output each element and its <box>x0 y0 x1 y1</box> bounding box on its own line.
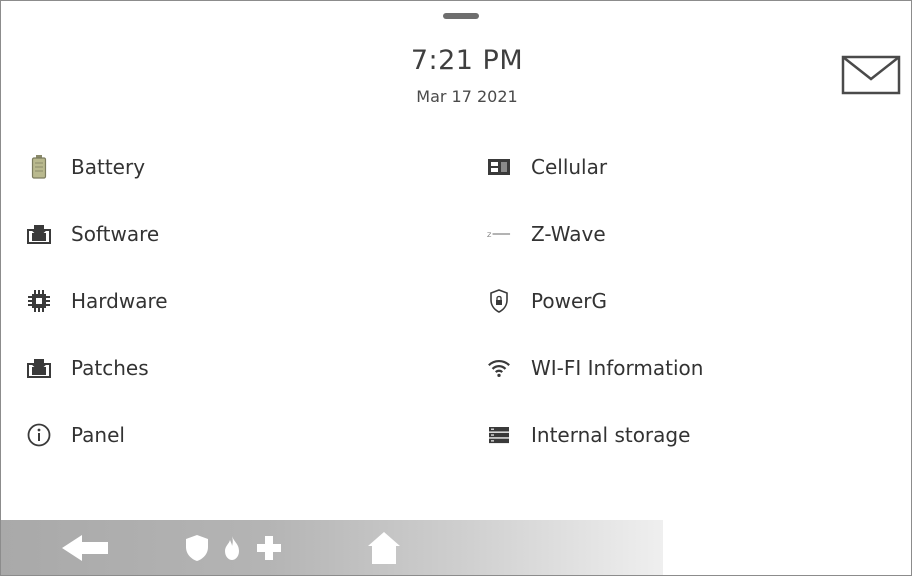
cellular-icon <box>487 155 511 179</box>
menu-item-battery[interactable]: Battery <box>27 147 145 187</box>
battery-icon <box>27 155 51 179</box>
wifi-icon <box>487 356 511 380</box>
envelope-icon[interactable] <box>839 53 903 99</box>
powerg-shield-icon <box>487 289 511 313</box>
home-icon[interactable] <box>359 520 409 575</box>
software-download-icon <box>27 222 51 246</box>
menu-item-z-wave[interactable]: Z Z-Wave <box>487 214 606 254</box>
patch-download-icon <box>27 356 51 380</box>
menu-item-patches[interactable]: Patches <box>27 348 149 388</box>
menu-item-hardware[interactable]: Hardware <box>27 281 168 321</box>
menu-label-battery: Battery <box>71 155 146 179</box>
clock-date: Mar 17 2021 <box>416 87 518 106</box>
menu-label-internal-storage: Internal storage <box>531 423 691 447</box>
emergency-fire-icon[interactable] <box>217 520 247 575</box>
menu-label-wifi: WI-FI Information <box>531 356 704 380</box>
menu-label-z-wave: Z-Wave <box>531 222 606 246</box>
menu-item-wifi[interactable]: WI-FI Information <box>487 348 703 388</box>
settings-screen: 7:21 PM Mar 17 2021 Battery Software Har… <box>0 0 912 576</box>
drag-handle[interactable] <box>443 13 479 19</box>
security-shield-icon[interactable] <box>177 520 217 575</box>
menu-label-hardware: Hardware <box>71 289 168 313</box>
back-arrow-icon[interactable] <box>51 520 121 575</box>
menu-label-powerg: PowerG <box>531 289 607 313</box>
menu-item-software[interactable]: Software <box>27 214 159 254</box>
bottom-navbar <box>1 520 663 575</box>
svg-text:Z: Z <box>487 231 492 239</box>
menu-label-software: Software <box>71 222 160 246</box>
menu-item-powerg[interactable]: PowerG <box>487 281 607 321</box>
storage-icon <box>487 423 511 447</box>
chip-icon <box>27 289 51 313</box>
menu-item-cellular[interactable]: Cellular <box>487 147 607 187</box>
menu-label-patches: Patches <box>71 356 149 380</box>
menu-label-cellular: Cellular <box>531 155 608 179</box>
menu-label-panel: Panel <box>71 423 125 447</box>
clock-time: 7:21 PM <box>410 45 524 76</box>
info-icon <box>27 423 51 447</box>
menu-item-internal-storage[interactable]: Internal storage <box>487 415 690 455</box>
menu-item-panel[interactable]: Panel <box>27 415 125 455</box>
medical-cross-icon[interactable] <box>249 520 289 575</box>
z-wave-icon: Z <box>487 222 511 246</box>
